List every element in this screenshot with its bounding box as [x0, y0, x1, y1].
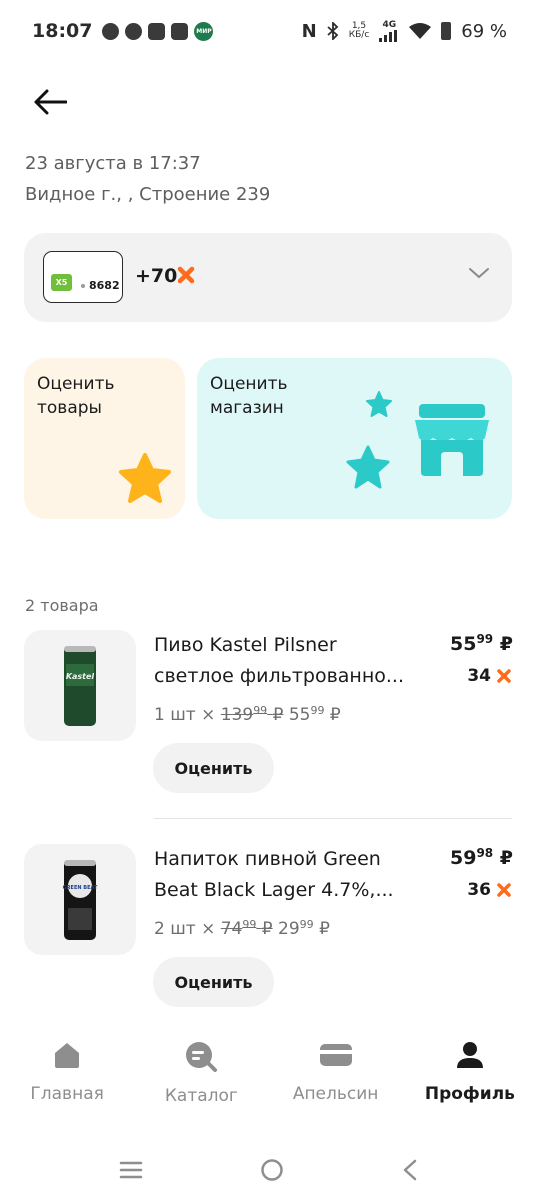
- network-speed: 1,5 КБ/с: [349, 22, 370, 40]
- nav-profile-label: Профиль: [424, 1084, 515, 1104]
- home-icon: [55, 1043, 80, 1068]
- shield-app-icon: [171, 22, 189, 40]
- nav-profile[interactable]: Профиль: [403, 1030, 537, 1130]
- product-image[interactable]: Kastel: [24, 630, 136, 741]
- rate-product-button[interactable]: Оценить: [153, 957, 274, 1007]
- menu-icon[interactable]: [119, 1161, 143, 1179]
- product-quantity: 2 шт × 7499 ₽ 2999 ₽: [154, 918, 330, 939]
- whatsapp-icon: [102, 22, 120, 40]
- network-type: 4G: [382, 19, 397, 30]
- product-name[interactable]: Напиток пивной Green Beat Black Lager 4.…: [154, 844, 429, 906]
- product-points: 34: [467, 666, 511, 686]
- loyalty-card: X5 8682: [43, 251, 123, 303]
- svg-text:GREEN BEAT: GREEN BEAT: [63, 885, 98, 891]
- rate-product-button[interactable]: Оценить: [153, 743, 274, 793]
- items-count: 2 товара: [25, 596, 99, 615]
- points-x-icon: [497, 669, 511, 683]
- home-circle-icon[interactable]: [260, 1158, 284, 1182]
- rate-goods-title: Оценить товары: [37, 374, 115, 418]
- order-address: Видное г., , Строение 239: [25, 184, 271, 205]
- old-price: 13999 ₽: [220, 704, 284, 725]
- beer-can-image: GREEN BEAT: [63, 860, 98, 940]
- unit-price: 2999 ₽: [278, 918, 330, 939]
- card-icon: [319, 1044, 352, 1066]
- store-icon: [415, 404, 489, 476]
- rate-goods-tile[interactable]: Оценить товары: [24, 358, 185, 519]
- chevron-down-icon[interactable]: [468, 266, 490, 280]
- bonus-x-icon: [177, 266, 195, 284]
- back-chevron-icon[interactable]: [402, 1159, 418, 1181]
- product-name[interactable]: Пиво Kastel Pilsner светлое фильтрованно…: [154, 630, 429, 692]
- notification-icons: МИР: [102, 21, 214, 41]
- rate-shop-tile[interactable]: Оценить магазин: [197, 358, 512, 519]
- bottom-nav: Главная Каталог Апельсин Профиль: [0, 1030, 537, 1130]
- status-time: 18:07: [32, 20, 93, 42]
- small-star-icon: [366, 391, 392, 417]
- telegram-icon: [125, 22, 143, 40]
- bluetooth-icon: [327, 22, 339, 40]
- star-icon: [346, 445, 390, 489]
- nav-home-label: Главная: [30, 1084, 104, 1104]
- star-icon: [119, 453, 171, 503]
- rate-shop-title: Оценить магазин: [210, 374, 288, 418]
- system-status-icons: N 1,5 КБ/с 4G 69 %: [301, 19, 507, 42]
- product-points: 36: [467, 880, 511, 900]
- phone-app-icon: [148, 22, 166, 40]
- battery-icon: [441, 22, 452, 40]
- product-price: 5599 ₽: [449, 632, 513, 655]
- product-quantity: 1 шт × 13999 ₽ 5599 ₽: [154, 704, 341, 725]
- nav-catalog-label: Каталог: [164, 1086, 238, 1106]
- nav-home[interactable]: Главная: [0, 1030, 134, 1130]
- catalog-search-icon: [186, 1042, 218, 1072]
- divider: [154, 818, 512, 819]
- system-navigation: [0, 1140, 537, 1200]
- profile-icon: [456, 1042, 483, 1068]
- nav-apelsin[interactable]: Апельсин: [269, 1030, 403, 1130]
- nfc-icon: N: [301, 20, 317, 42]
- points-x-icon: [497, 883, 511, 897]
- arrow-left-icon: [34, 89, 67, 115]
- status-bar: 18:07 МИР N 1,5 КБ/с 4G 69 %: [0, 0, 537, 62]
- wifi-icon: [409, 22, 432, 39]
- unit-price: 5599 ₽: [288, 704, 341, 725]
- network-speed-unit: КБ/с: [348, 30, 370, 40]
- card-number: 8682: [89, 279, 120, 292]
- nav-catalog[interactable]: Каталог: [134, 1030, 268, 1130]
- bonus-card[interactable]: X5 8682 +70: [24, 233, 512, 322]
- beer-can-image: Kastel: [64, 646, 96, 726]
- x5-logo: X5: [51, 274, 72, 291]
- signal-icon: 4G: [379, 19, 399, 42]
- back-button[interactable]: [30, 84, 70, 120]
- order-date: 23 августа в 17:37: [25, 153, 201, 174]
- bonus-points: +70: [135, 265, 178, 287]
- svg-text:Kastel: Kastel: [66, 672, 95, 681]
- card-dot: [81, 284, 85, 288]
- nav-apelsin-label: Апельсин: [292, 1084, 379, 1104]
- battery-level: 69 %: [461, 20, 507, 42]
- product-price: 5998 ₽: [449, 846, 513, 869]
- mir-icon: МИР: [194, 21, 214, 41]
- product-image[interactable]: GREEN BEAT: [24, 844, 136, 955]
- old-price: 7499 ₽: [220, 918, 273, 939]
